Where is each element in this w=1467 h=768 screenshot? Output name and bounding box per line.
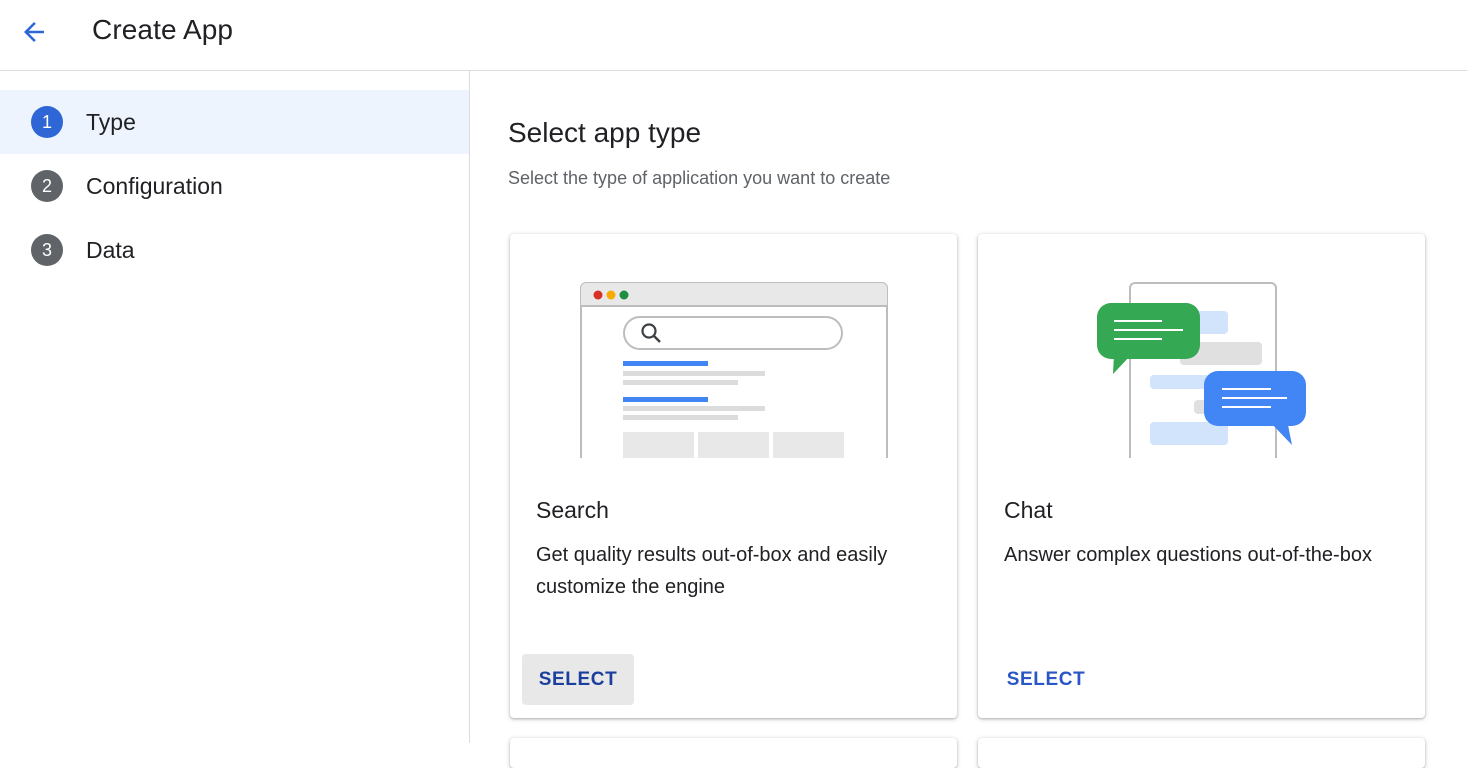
step-number: 2 [31,170,63,202]
select-chat-button[interactable]: SELECT [990,654,1102,705]
chat-bubbles-illustration [978,234,1425,458]
back-button[interactable] [14,12,54,52]
step-type[interactable]: 1 Type [0,90,469,154]
page-title: Create App [92,14,234,45]
card-title: Search [536,497,609,523]
main-content: Select app type Select the type of appli… [470,71,1467,768]
card-description: Get quality results out-of-box and easil… [536,544,888,598]
top-app-bar: Create App [0,0,1467,71]
arrow-left-icon [24,22,44,42]
card-title: Chat [1004,497,1053,523]
select-search-button[interactable]: SELECT [522,654,634,705]
step-number: 1 [31,106,63,138]
app-type-card-chat[interactable]: Chat Answer complex questions out-of-the… [978,234,1425,718]
search-browser-illustration [510,234,957,458]
step-data[interactable]: 3 Data [0,218,469,282]
step-number: 3 [31,234,63,266]
stepper-sidebar: 1 Type 2 Configuration 3 Data [0,71,470,743]
section-subtitle: Select the type of application you want … [508,168,891,188]
step-label: Type [86,108,136,135]
app-type-card-search[interactable]: Search Get quality results out-of-box an… [510,234,957,718]
step-configuration[interactable]: 2 Configuration [0,154,469,218]
step-label: Data [86,236,135,263]
section-title: Select app type [508,117,702,148]
step-label: Configuration [86,172,223,199]
card-description: Answer complex questions out-of-the-box [1004,544,1372,566]
